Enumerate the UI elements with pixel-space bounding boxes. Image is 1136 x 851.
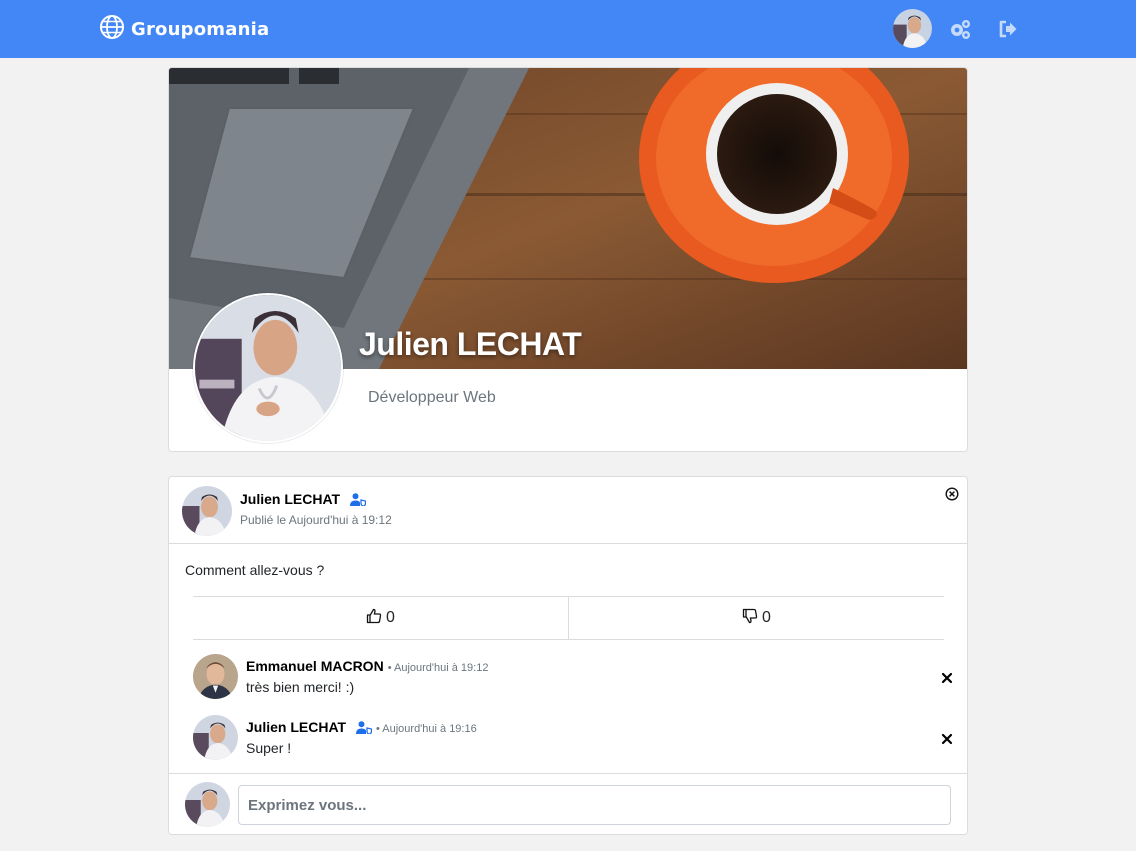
like-count: 0 bbox=[386, 609, 395, 626]
cog-icon[interactable] bbox=[948, 17, 972, 41]
user-shield-icon bbox=[355, 721, 373, 737]
post-author-label[interactable]: Julien LECHAT bbox=[240, 491, 340, 507]
comment-input[interactable] bbox=[238, 785, 951, 825]
profile-name: Julien LECHAT bbox=[359, 326, 582, 362]
nav-user-avatar[interactable] bbox=[893, 9, 932, 48]
comment-item: Julien LECHAT • Aujourd'hui à 19:16 Supe… bbox=[193, 715, 963, 761]
profile-avatar bbox=[193, 293, 343, 443]
dislike-button[interactable]: 0 bbox=[568, 597, 944, 639]
comment-author-avatar[interactable] bbox=[193, 715, 238, 760]
post-author-name[interactable]: Julien LECHAT bbox=[240, 491, 367, 509]
comment-composer bbox=[169, 773, 967, 834]
profile-job-title: Développeur Web bbox=[368, 389, 496, 406]
globe-icon bbox=[99, 14, 125, 45]
comment-date: • Aujourd'hui à 19:16 bbox=[375, 723, 477, 735]
comment-item: Emmanuel MACRON • Aujourd'hui à 19:12 trè… bbox=[193, 654, 963, 700]
post-content: Comment allez-vous ? bbox=[185, 562, 325, 578]
comment-author-avatar[interactable] bbox=[193, 654, 238, 699]
comment-author-name[interactable]: Emmanuel MACRON • Aujourd'hui à 19:12 bbox=[246, 658, 488, 674]
user-shield-icon bbox=[349, 493, 367, 509]
logout-icon[interactable] bbox=[996, 17, 1020, 41]
thumbs-up-icon bbox=[366, 608, 382, 629]
current-user-avatar[interactable] bbox=[185, 782, 230, 827]
post-header: Julien LECHAT Publié le Aujourd'hui à 19… bbox=[169, 477, 967, 544]
close-icon[interactable] bbox=[941, 671, 953, 684]
comment-text: très bien merci! :) bbox=[246, 679, 355, 695]
brand-link[interactable]: Groupomania bbox=[99, 14, 269, 45]
brand-name: Groupomania bbox=[131, 19, 270, 40]
comment-author-label[interactable]: Emmanuel MACRON bbox=[246, 658, 384, 674]
close-circle-icon[interactable] bbox=[945, 487, 959, 501]
reaction-bar: 0 0 bbox=[193, 596, 944, 640]
post-author-avatar[interactable] bbox=[182, 486, 232, 536]
dislike-count: 0 bbox=[762, 609, 771, 626]
comment-text: Super ! bbox=[246, 740, 292, 756]
like-button[interactable]: 0 bbox=[193, 597, 568, 639]
comment-author-label[interactable]: Julien LECHAT bbox=[246, 719, 346, 735]
profile-card: Julien LECHAT Développeur Web bbox=[168, 67, 968, 452]
navbar: Groupomania bbox=[0, 0, 1136, 58]
comment-author-name[interactable]: Julien LECHAT • Aujourd'hui à 19:16 bbox=[246, 719, 477, 737]
comment-date: • Aujourd'hui à 19:12 bbox=[387, 662, 489, 674]
post-card: Julien LECHAT Publié le Aujourd'hui à 19… bbox=[168, 476, 968, 835]
post-date: Publié le Aujourd'hui à 19:12 bbox=[240, 513, 392, 527]
thumbs-down-icon bbox=[742, 608, 758, 629]
close-icon[interactable] bbox=[941, 732, 953, 745]
